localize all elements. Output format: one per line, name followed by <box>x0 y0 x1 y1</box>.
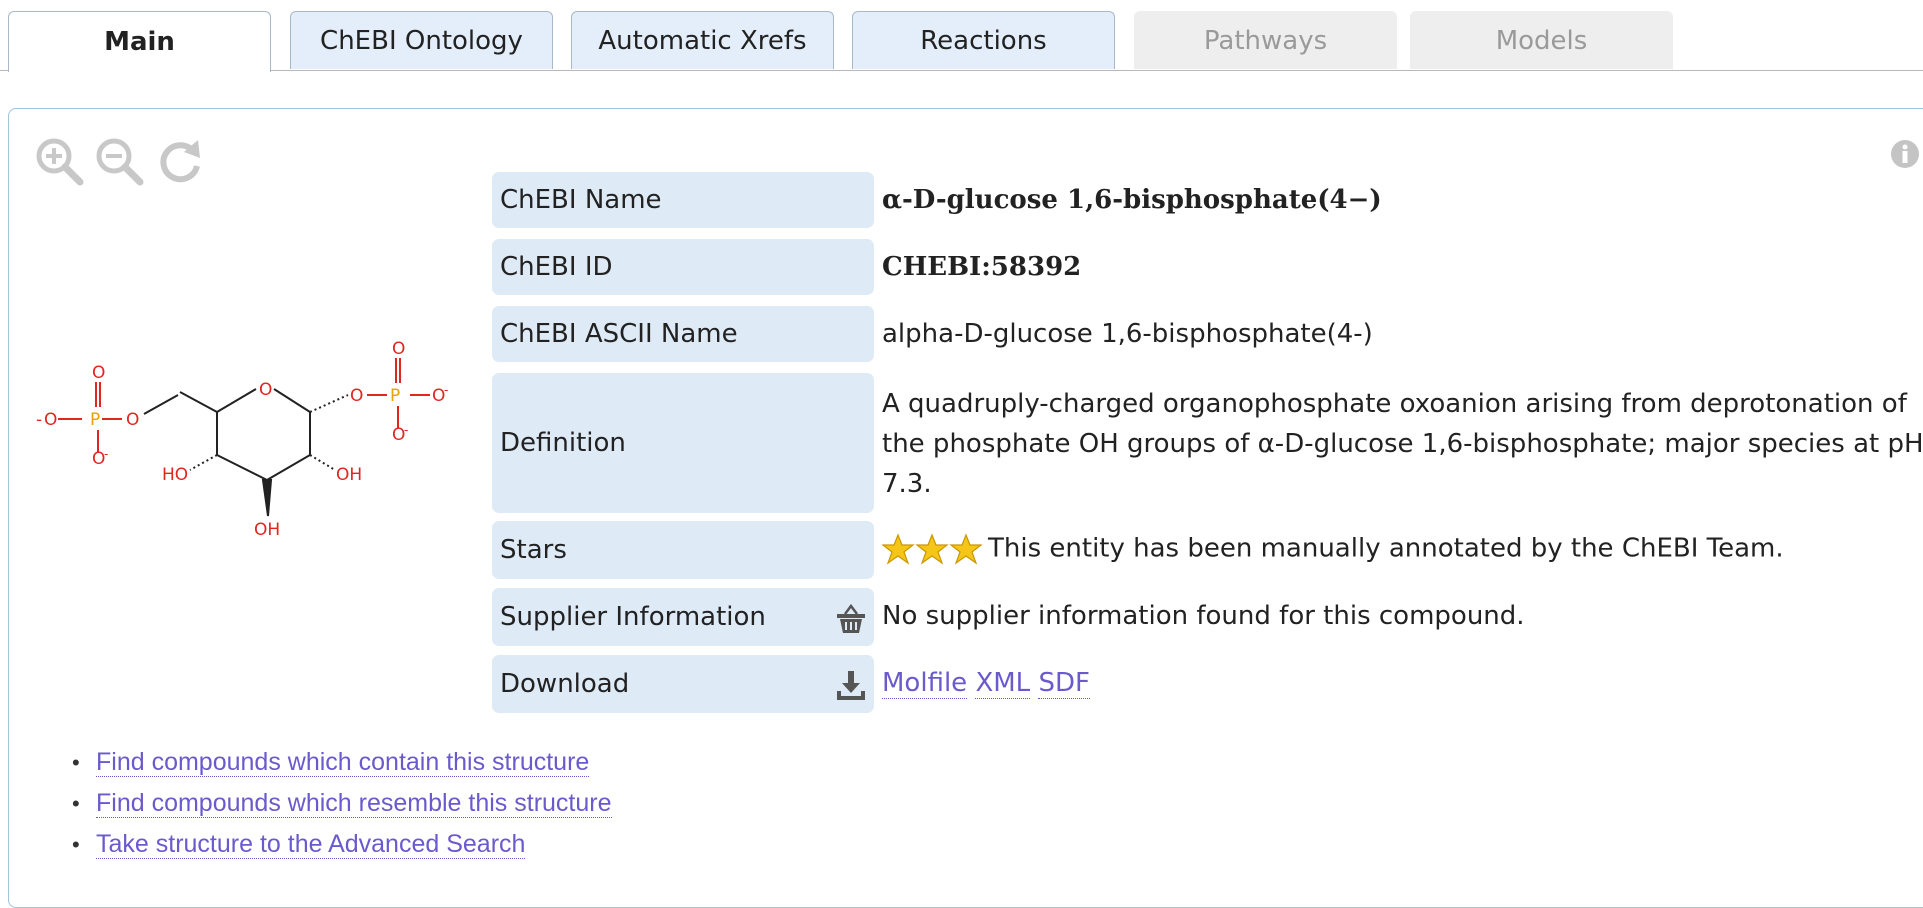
chebi-name-value: α-D-glucose 1,6-bisphosphate(4−) <box>882 185 1382 215</box>
chemical-structure-image[interactable]: - O O O - P O O O O O - P O - HO OH OH <box>30 340 450 560</box>
property-label-container: Download <box>492 655 874 713</box>
tab-bar-divider <box>0 70 1923 71</box>
atom-label: - <box>444 383 448 397</box>
atom-label: O <box>92 363 105 383</box>
download-links: Molfile XML SDF <box>882 668 1090 699</box>
find-containing-compounds-link[interactable]: Find compounds which contain this struct… <box>96 748 590 777</box>
basket-icon[interactable] <box>834 602 868 636</box>
list-item: Find compounds which contain this struct… <box>70 742 612 783</box>
property-label: ChEBI ID <box>492 239 874 295</box>
atom-label: O <box>126 410 139 430</box>
structure-bonds <box>58 358 430 517</box>
tab-bar: Main ChEBI Ontology Automatic Xrefs Reac… <box>0 0 1923 72</box>
supplier-value: No supplier information found for this c… <box>882 601 1525 631</box>
find-similar-compounds-link[interactable]: Find compounds which resemble this struc… <box>96 789 612 818</box>
tab-pathways: Pathways <box>1134 11 1397 69</box>
atom-label: - <box>404 423 408 437</box>
zoom-in-icon[interactable] <box>34 136 86 188</box>
atom-label: O <box>259 380 272 400</box>
tab-label: ChEBI Ontology <box>320 25 523 56</box>
atom-label: HO <box>162 465 188 485</box>
tab-label: Models <box>1495 25 1588 56</box>
list-item: Find compounds which resemble this struc… <box>70 783 612 824</box>
list-item: Take structure to the Advanced Search <box>70 824 612 865</box>
property-label: ChEBI ASCII Name <box>492 306 874 362</box>
property-label: Download <box>500 669 630 699</box>
atom-label: - <box>36 410 42 430</box>
tab-main[interactable]: Main <box>8 11 271 72</box>
atom-label: O <box>392 340 405 359</box>
download-molfile-link[interactable]: Molfile <box>882 668 968 699</box>
stars-value: This entity has been manually annotated … <box>882 533 1784 565</box>
download-sdf-link[interactable]: SDF <box>1038 668 1090 699</box>
tab-reactions[interactable]: Reactions <box>852 11 1115 69</box>
atom-label: - <box>104 447 108 461</box>
download-icon[interactable] <box>834 669 868 703</box>
atom-label: O <box>44 410 57 430</box>
property-label: ChEBI Name <box>492 172 874 228</box>
star-rating-icon <box>882 533 982 565</box>
atom-label: P <box>90 410 100 430</box>
atom-label: O <box>350 386 363 406</box>
tab-label: Main <box>104 27 175 57</box>
advanced-search-link[interactable]: Take structure to the Advanced Search <box>96 830 526 859</box>
reset-rotate-icon[interactable] <box>154 136 206 188</box>
structure-search-links: Find compounds which contain this struct… <box>70 742 612 865</box>
atom-label: OH <box>336 465 362 485</box>
tab-automatic-xrefs[interactable]: Automatic Xrefs <box>571 11 834 69</box>
property-label-container: Supplier Information <box>492 588 874 646</box>
tab-label: Reactions <box>920 25 1047 56</box>
download-xml-link[interactable]: XML <box>975 668 1031 699</box>
info-icon[interactable] <box>1889 138 1921 170</box>
property-label: Definition <box>492 373 874 513</box>
definition-value: A quadruply-charged organophosphate oxoa… <box>882 389 1923 499</box>
tab-chebi-ontology[interactable]: ChEBI Ontology <box>290 11 553 69</box>
property-label: Supplier Information <box>500 602 766 632</box>
tab-models: Models <box>1410 11 1673 69</box>
atom-label: P <box>390 386 400 406</box>
chebi-id-value: CHEBI:58392 <box>882 252 1082 282</box>
tab-label: Automatic Xrefs <box>598 25 807 56</box>
atom-label: OH <box>254 520 280 540</box>
tab-label: Pathways <box>1203 25 1328 56</box>
stars-description: This entity has been manually annotated … <box>988 533 1784 564</box>
viewer-toolbar <box>34 136 206 188</box>
ascii-name-value: alpha-D-glucose 1,6-bisphosphate(4-) <box>882 319 1373 349</box>
property-label: Stars <box>492 521 874 579</box>
zoom-out-icon[interactable] <box>94 136 146 188</box>
